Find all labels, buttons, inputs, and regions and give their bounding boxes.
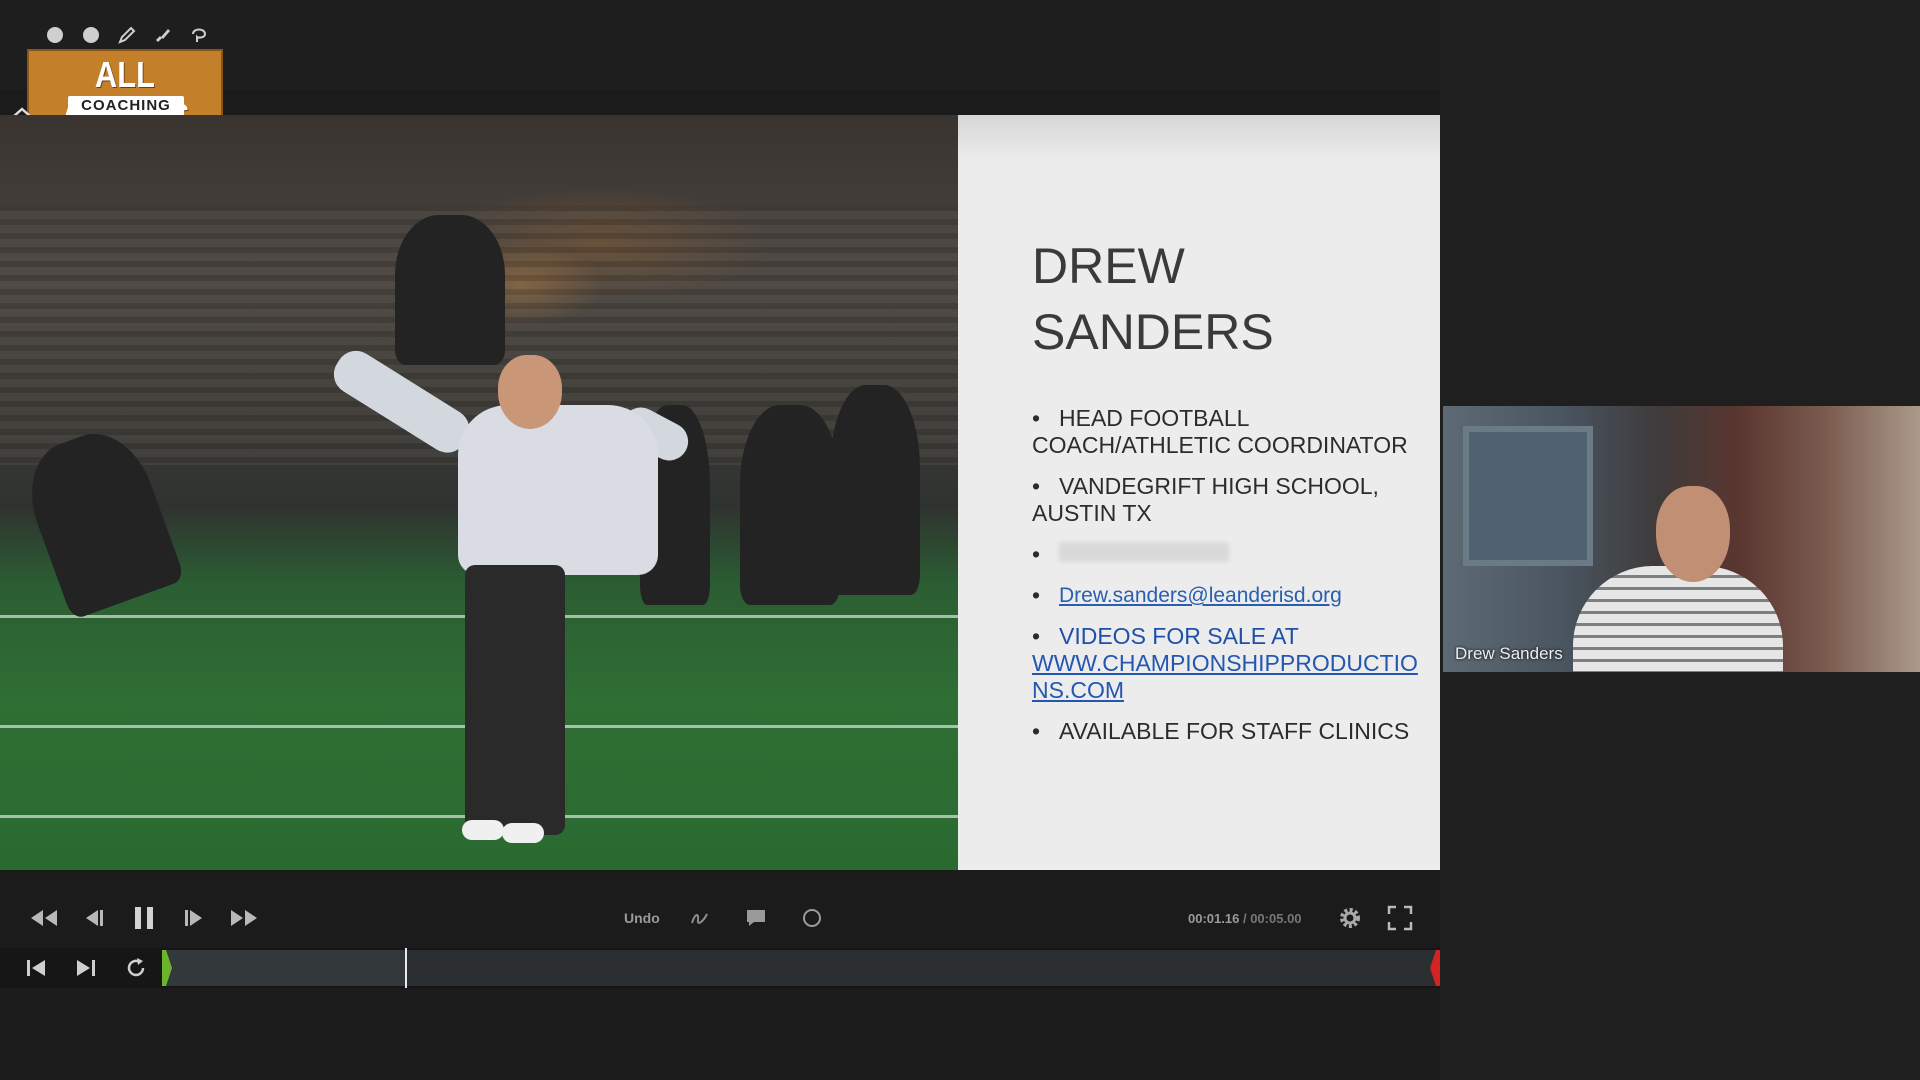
slide-text-panel: DREW SANDERS • HEAD FOOTBALL COACH/ATHLET… [958, 115, 1440, 870]
email-link[interactable]: Drew.sanders@leanderisd.org [1032, 582, 1427, 609]
bullet-item-redacted: • [1032, 541, 1427, 568]
player-figure [830, 385, 920, 595]
player-figure [740, 405, 840, 605]
comment-icon[interactable] [740, 902, 772, 934]
in-point-marker[interactable] [162, 950, 174, 986]
out-point-marker[interactable] [1430, 950, 1440, 986]
coach-shoe [462, 820, 504, 840]
wall-frame [1463, 426, 1593, 566]
undo-button[interactable]: Undo [624, 910, 660, 926]
step-forward-icon[interactable] [178, 902, 210, 934]
slide-photo [0, 115, 958, 870]
logo-subtitle: COACHING [68, 96, 184, 116]
coach-hoodie [458, 405, 658, 575]
participant-name: Drew Sanders [1455, 644, 1563, 663]
participant-head [1656, 486, 1730, 582]
participant-video[interactable]: Drew Sanders [1443, 406, 1920, 672]
circle-icon[interactable] [80, 24, 102, 46]
bullet-item-email: • Drew.sanders@leanderisd.org [1032, 582, 1427, 609]
website-link[interactable]: WWW.CHAMPIONSHIPPRODUCTIONS.COM [1032, 650, 1427, 704]
time-total: 00:05.00 [1250, 910, 1302, 926]
coach-shoe [502, 823, 544, 843]
circle-tool-icon[interactable] [796, 902, 828, 934]
participant-shirt [1573, 566, 1783, 672]
fast-forward-icon[interactable] [228, 902, 260, 934]
bullet-item-videos: • VIDEOS FOR SALE AT WWW.CHAMPIONSHIPPRODU… [1032, 623, 1427, 704]
player-figure [395, 215, 505, 365]
time-display: 00:01.16 / 00:05.00 [1188, 910, 1302, 926]
loop-icon[interactable] [120, 952, 152, 984]
timeline-progress [162, 950, 405, 986]
pause-icon[interactable] [128, 902, 160, 934]
app-window: ALL ACCESS COACHING DREW SANDERS •HEAD F… [0, 0, 1920, 1080]
timeline-row [0, 948, 1440, 988]
pencil-icon[interactable] [116, 24, 138, 46]
playhead[interactable] [404, 948, 407, 988]
fullscreen-icon[interactable] [1384, 902, 1416, 934]
coach-pants [465, 565, 565, 835]
redacted-text [1059, 542, 1229, 562]
lasso-icon[interactable] [188, 24, 210, 46]
coach-head [498, 355, 562, 429]
bullet-item: • AVAILABLE FOR STAFF CLINICS [1032, 718, 1410, 744]
circle-icon[interactable] [44, 24, 66, 46]
step-back-icon[interactable] [78, 902, 110, 934]
brush-icon[interactable] [152, 24, 174, 46]
slide-title-line1: DREW [1032, 238, 1185, 294]
settings-gear-icon[interactable] [1334, 902, 1366, 934]
rewind-icon[interactable] [28, 902, 60, 934]
timeline-track[interactable] [162, 950, 1440, 986]
bullet-item: • VANDEGRIFT HIGH SCHOOL, AUSTIN TX [1032, 473, 1379, 526]
slide-title: DREW SANDERS [1032, 233, 1412, 365]
drawing-tools [44, 24, 210, 46]
draw-tool-icon[interactable] [684, 902, 716, 934]
player-controls: Undo 00:01.16 / 00:05.00 [0, 900, 1440, 936]
slide-title-line2: SANDERS [1032, 304, 1274, 360]
bottom-area [0, 990, 1440, 1080]
skip-to-end-icon[interactable] [70, 952, 102, 984]
time-current: 00:01.16 [1188, 910, 1240, 926]
bullet-item: • HEAD FOOTBALL COACH/ATHLETIC COORDINATO… [1032, 405, 1408, 458]
skip-to-start-icon[interactable] [20, 952, 52, 984]
slide-bullets: • HEAD FOOTBALL COACH/ATHLETIC COORDINATO… [1032, 405, 1427, 759]
